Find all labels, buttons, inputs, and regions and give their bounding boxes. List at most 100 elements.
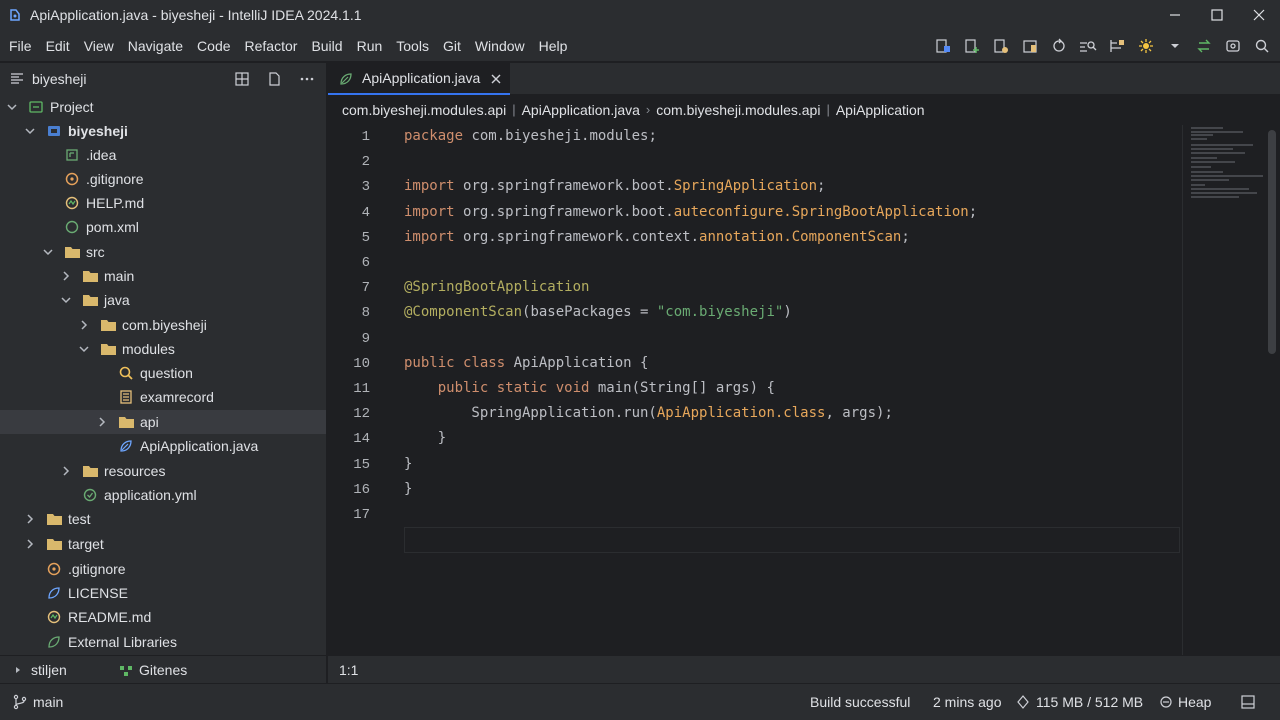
heap-icon: [1158, 694, 1174, 710]
run-config-icon[interactable]: [991, 36, 1011, 56]
code-line[interactable]: @ComponentScan(basePackages = "com.biyes…: [404, 304, 792, 320]
tree-item-api[interactable]: api: [0, 410, 326, 434]
coverage-icon[interactable]: [1078, 36, 1098, 56]
tree-item-license[interactable]: LICENSE: [0, 581, 326, 605]
breadcrumb-item[interactable]: ApiApplication: [830, 102, 931, 118]
menu-refactor[interactable]: Refactor: [238, 38, 305, 54]
code-minimap[interactable]: [1182, 125, 1280, 655]
chevron-down-icon[interactable]: [24, 125, 36, 137]
menu-code[interactable]: Code: [190, 38, 237, 54]
code-editor[interactable]: package com.biyesheji.modules; import org…: [388, 125, 1180, 655]
maximize-icon[interactable]: [1196, 0, 1238, 30]
chevron-right-icon[interactable]: [24, 538, 36, 550]
project-structure-icon[interactable]: [9, 71, 25, 87]
tree-item-src[interactable]: src: [0, 240, 326, 264]
chevron-right-icon[interactable]: [60, 270, 72, 282]
tree-item-help-md[interactable]: HELP.md: [0, 191, 326, 215]
chevron-right-icon[interactable]: [24, 513, 36, 525]
bookmark-icon[interactable]: [1020, 36, 1040, 56]
menu-build[interactable]: Build: [304, 38, 349, 54]
tree-item-question[interactable]: question: [0, 361, 326, 385]
tree-item-gitignore[interactable]: .gitignore: [0, 167, 326, 191]
tree-item-pom-xml[interactable]: pom.xml: [0, 215, 326, 239]
project-name[interactable]: biyesheji: [32, 71, 86, 87]
editor-scrollbar[interactable]: [1268, 130, 1276, 354]
close-icon[interactable]: [1238, 0, 1280, 30]
code-line[interactable]: public static void main(String[] args) {: [404, 380, 775, 396]
code-line[interactable]: }: [404, 456, 412, 472]
tree-item-java[interactable]: java: [0, 288, 326, 312]
menu-file[interactable]: File: [0, 38, 39, 54]
tree-item-readme-md[interactable]: README.md: [0, 605, 326, 629]
search-everywhere-icon[interactable]: [1252, 36, 1272, 56]
menu-edit[interactable]: Edit: [39, 38, 77, 54]
git-branch[interactable]: main: [33, 694, 63, 710]
minimize-icon[interactable]: [1154, 0, 1196, 30]
tree-item-resources[interactable]: resources: [0, 459, 326, 483]
sync-icon[interactable]: [1049, 36, 1069, 56]
tree-item-test[interactable]: test: [0, 507, 326, 531]
expand-arrow-icon[interactable]: [10, 662, 26, 678]
breadcrumb-item[interactable]: com.biyesheji.modules.api: [328, 102, 512, 118]
tree-item-modules[interactable]: modules: [0, 337, 326, 361]
tree-item-external-libraries[interactable]: External Libraries: [0, 630, 326, 654]
chevron-down-icon[interactable]: [6, 101, 18, 113]
breadcrumb-item[interactable]: ApiApplication.java: [516, 102, 646, 118]
tool-tab-git[interactable]: Gitenes: [139, 662, 187, 678]
breadcrumb-item[interactable]: com.biyesheji.modules.api: [650, 102, 826, 118]
menu-run[interactable]: Run: [350, 38, 390, 54]
chevron-right-icon[interactable]: [78, 319, 90, 331]
code-line[interactable]: import org.springframework.context.annot…: [404, 229, 910, 245]
more-options-icon[interactable]: [299, 71, 315, 87]
tree-item-idea[interactable]: .idea: [0, 143, 326, 167]
tool-tab-structure[interactable]: stiljen: [31, 662, 67, 678]
chevron-right-icon[interactable]: [96, 416, 108, 428]
code-line[interactable]: @SpringBootApplication: [404, 279, 589, 295]
editor-tab-apiapplication[interactable]: ApiApplication.java: [328, 63, 510, 95]
code-line[interactable]: package com.biyesheji.modules;: [404, 128, 657, 144]
caret-position[interactable]: 1:1: [339, 662, 358, 678]
chevron-down-icon[interactable]: [60, 294, 72, 306]
menu-window[interactable]: Window: [468, 38, 532, 54]
code-line[interactable]: public class ApiApplication {: [404, 355, 648, 371]
menu-view[interactable]: View: [77, 38, 121, 54]
chevron-right-icon[interactable]: [60, 465, 72, 477]
tree-item-examrecord[interactable]: examrecord: [0, 385, 326, 409]
panel-layout-icon[interactable]: [1240, 694, 1256, 710]
tree-item-com-biyesheji[interactable]: com.biyesheji: [0, 313, 326, 337]
tree-item-application-yml[interactable]: application.yml: [0, 483, 326, 507]
tree-item-gitignore[interactable]: .gitignore: [0, 557, 326, 581]
code-line[interactable]: import org.springframework.boot.SpringAp…: [404, 178, 825, 194]
menu-git[interactable]: Git: [436, 38, 468, 54]
build-status[interactable]: Build successful: [810, 694, 910, 710]
tree-item-project[interactable]: Project: [0, 95, 326, 119]
heap-label[interactable]: Heap: [1178, 694, 1211, 710]
chevron-down-icon[interactable]: [42, 246, 54, 258]
ai-assistant-icon[interactable]: [1136, 36, 1156, 56]
build-icon[interactable]: [933, 36, 953, 56]
vcs-commit-icon[interactable]: [1223, 36, 1243, 56]
tree-item-biyesheji[interactable]: biyesheji: [0, 119, 326, 143]
line-number: 15: [353, 456, 370, 473]
tree-item-label: test: [68, 511, 91, 527]
intellij-logo-icon: [8, 8, 22, 22]
dropdown-icon[interactable]: [1165, 36, 1185, 56]
menu-help[interactable]: Help: [532, 38, 575, 54]
add-config-icon[interactable]: [962, 36, 982, 56]
tree-item-apiapplication-java[interactable]: ApiApplication.java: [0, 434, 326, 458]
menu-navigate[interactable]: Navigate: [121, 38, 190, 54]
layout-grid-icon[interactable]: [234, 71, 250, 87]
tree-item-target[interactable]: target: [0, 532, 326, 556]
close-tab-icon[interactable]: [488, 71, 504, 87]
memory-indicator[interactable]: 115 MB / 512 MB: [1036, 694, 1143, 710]
menu-tools[interactable]: Tools: [389, 38, 436, 54]
code-line[interactable]: }: [404, 481, 412, 497]
chevron-down-icon[interactable]: [78, 343, 90, 355]
code-line[interactable]: SpringApplication.run(ApiApplication.cla…: [404, 405, 892, 421]
new-file-icon[interactable]: [266, 71, 282, 87]
code-line[interactable]: }: [404, 430, 446, 446]
vcs-update-icon[interactable]: [1194, 36, 1214, 56]
code-line[interactable]: import org.springframework.boot.auteconf…: [404, 204, 977, 220]
tree-item-main[interactable]: main: [0, 264, 326, 288]
structure-icon[interactable]: [1107, 36, 1127, 56]
